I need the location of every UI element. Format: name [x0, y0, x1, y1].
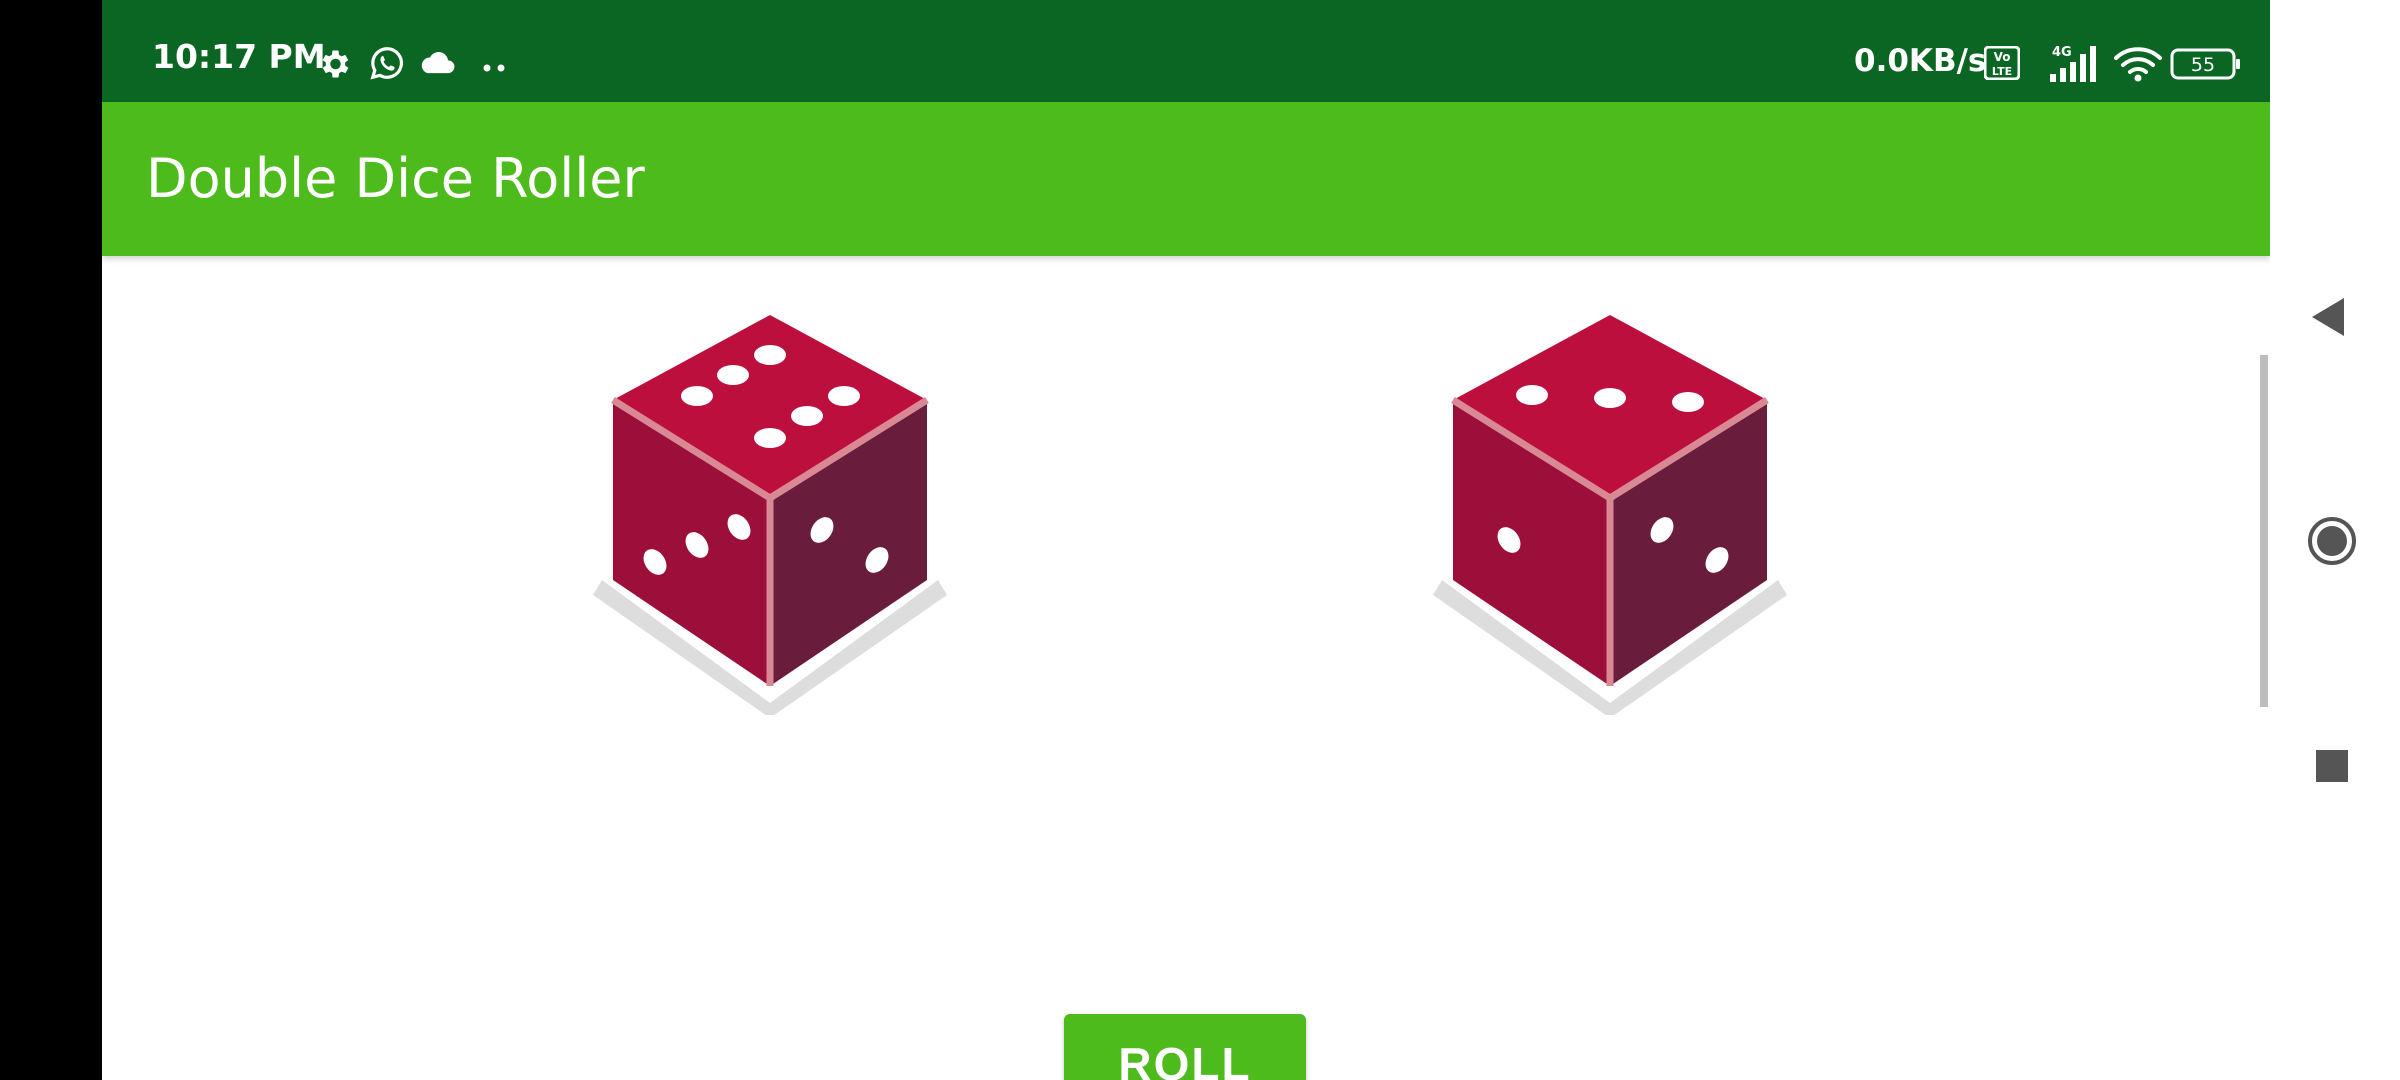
signal-icon: 4G	[2030, 42, 2100, 88]
svg-text:LTE: LTE	[1992, 65, 2012, 78]
wifi-icon	[2112, 46, 2164, 86]
app-title: Double Dice Roller	[146, 147, 645, 210]
status-time: 10:17 PM	[152, 37, 326, 76]
cloud-icon	[418, 48, 456, 80]
svg-text:Vo: Vo	[1994, 50, 2011, 64]
status-bar: 10:17 PM 0.0KB/s Vo LTE 4G 55	[102, 0, 2270, 102]
app-bar: Double Dice Roller	[102, 102, 2270, 256]
home-icon[interactable]	[2306, 515, 2358, 572]
app-screen: 10:17 PM 0.0KB/s Vo LTE 4G 55 Double Dic…	[102, 0, 2270, 1080]
signal-type-label: 4G	[2052, 45, 2072, 60]
whatsapp-icon	[368, 44, 406, 86]
recents-icon[interactable]	[2314, 748, 2350, 789]
battery-level: 55	[2191, 54, 2215, 76]
more-dots-icon	[482, 58, 508, 77]
roll-button[interactable]: ROLL	[1064, 1014, 1306, 1080]
dice-right	[1422, 305, 1792, 718]
volte-icon: Vo LTE	[1983, 45, 2021, 84]
battery-icon: 55	[2170, 48, 2242, 84]
gear-icon	[316, 46, 352, 86]
network-speed: 0.0KB/s	[1854, 43, 1987, 79]
navigation-bar	[2270, 0, 2400, 1080]
scrollbar-thumb[interactable]	[2260, 355, 2268, 707]
back-icon[interactable]	[2308, 296, 2348, 343]
display-cutout	[0, 0, 102, 1080]
dice-left	[582, 305, 952, 718]
